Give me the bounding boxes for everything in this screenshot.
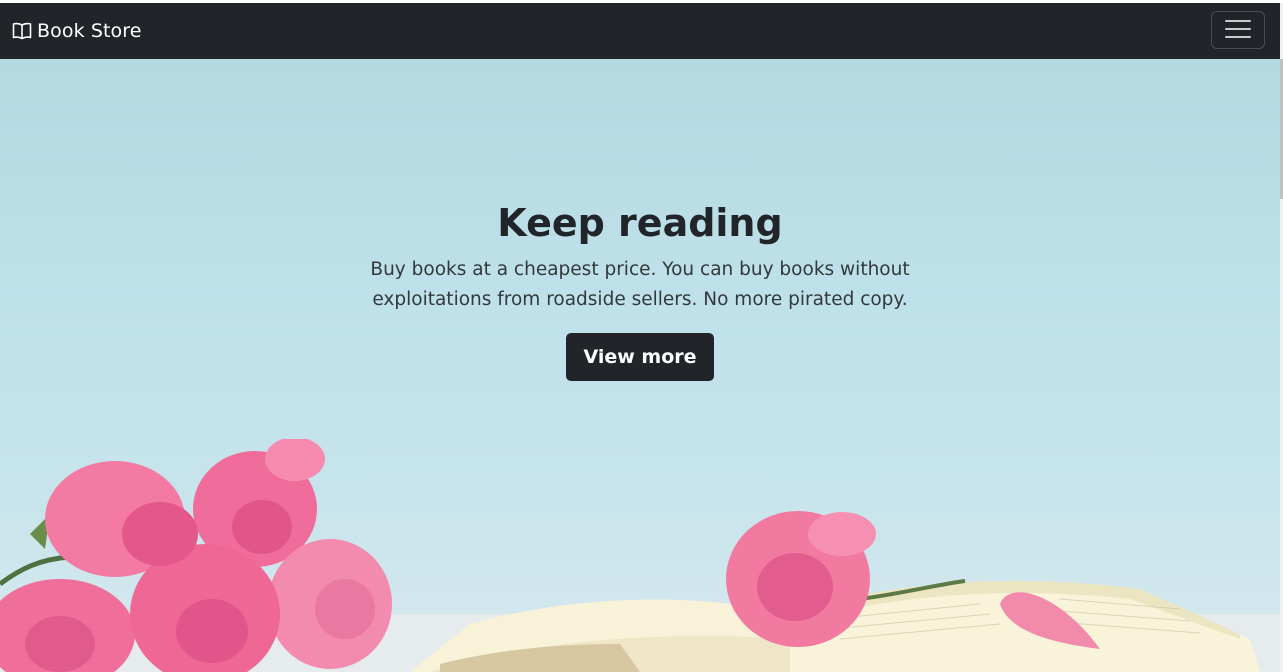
view-more-button[interactable]: View more xyxy=(566,333,714,381)
hero-background-image xyxy=(0,439,1280,672)
brand-label: Book Store xyxy=(37,20,142,42)
hamburger-menu-icon xyxy=(1225,19,1251,42)
navbar-toggler-button[interactable] xyxy=(1211,11,1265,49)
hero-title: Keep reading xyxy=(497,201,783,245)
brand-link[interactable]: Book Store xyxy=(12,20,142,42)
hero-content: Keep reading Buy books at a cheapest pri… xyxy=(0,197,1280,381)
hero-section: Keep reading Buy books at a cheapest pri… xyxy=(0,59,1280,672)
book-open-icon xyxy=(12,22,32,40)
navbar: Book Store xyxy=(0,3,1280,59)
hero-subtitle: Buy books at a cheapest price. You can b… xyxy=(370,259,910,310)
